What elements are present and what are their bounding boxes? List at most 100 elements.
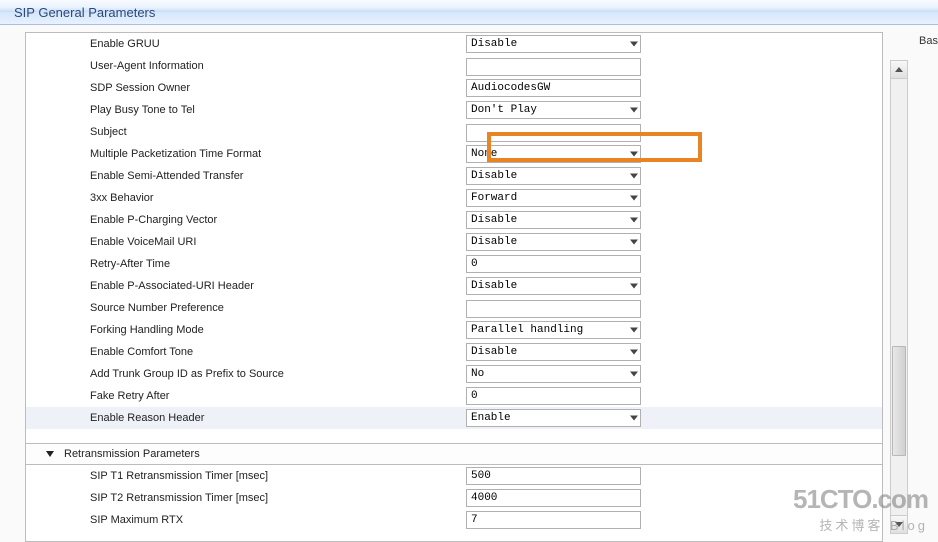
text-value: AudiocodesGW bbox=[471, 82, 550, 94]
param-label: Enable P-Associated-URI Header bbox=[26, 275, 466, 297]
param-field-cell: No bbox=[466, 363, 882, 385]
param-label: Enable Semi-Attended Transfer bbox=[26, 165, 466, 187]
scroll-thumb[interactable] bbox=[892, 346, 906, 456]
chevron-down-icon bbox=[630, 284, 638, 289]
param-label: Enable VoiceMail URI bbox=[26, 231, 466, 253]
param-field-cell: Don't Play bbox=[466, 99, 882, 121]
select-value: Disable bbox=[471, 38, 517, 50]
chevron-down-icon bbox=[46, 451, 54, 457]
table-row: Multiple Packetization Time FormatNone bbox=[26, 143, 882, 165]
table-row: 3xx BehaviorForward bbox=[26, 187, 882, 209]
text-input[interactable] bbox=[466, 124, 641, 142]
select-field[interactable]: Disable bbox=[466, 211, 641, 229]
select-field[interactable]: Parallel handling bbox=[466, 321, 641, 339]
select-value: No bbox=[471, 368, 484, 380]
param-label: SIP T2 Retransmission Timer [msec] bbox=[26, 487, 466, 509]
param-field-cell: Disable bbox=[466, 209, 882, 231]
retransmission-table: SIP T1 Retransmission Timer [msec]500SIP… bbox=[26, 465, 882, 531]
text-input[interactable]: 0 bbox=[466, 255, 641, 273]
text-input[interactable]: 7 bbox=[466, 511, 641, 529]
table-row: Enable Comfort ToneDisable bbox=[26, 341, 882, 363]
param-label: Enable Comfort Tone bbox=[26, 341, 466, 363]
select-value: Disable bbox=[471, 214, 517, 226]
select-field[interactable]: Forward bbox=[466, 189, 641, 207]
table-row: Source Number Preference bbox=[26, 297, 882, 319]
table-row: Enable P-Charging Vector Disable bbox=[26, 209, 882, 231]
param-field-cell: Disable bbox=[466, 231, 882, 253]
param-field-cell: Disable bbox=[466, 341, 882, 363]
text-input[interactable]: 4000 bbox=[466, 489, 641, 507]
text-input[interactable]: 0 bbox=[466, 387, 641, 405]
content-area: Enable GRUUDisableUser-Agent Information… bbox=[26, 33, 882, 531]
text-value: 0 bbox=[471, 390, 478, 402]
select-value: Disable bbox=[471, 280, 517, 292]
chevron-down-icon bbox=[630, 240, 638, 245]
chevron-down-icon bbox=[630, 196, 638, 201]
chevron-down-icon bbox=[630, 42, 638, 47]
text-input[interactable] bbox=[466, 300, 641, 318]
param-field-cell: Disable bbox=[466, 275, 882, 297]
text-value: 4000 bbox=[471, 492, 497, 504]
text-input[interactable] bbox=[466, 58, 641, 76]
select-field[interactable]: Disable bbox=[466, 167, 641, 185]
param-field-cell: 0 bbox=[466, 385, 882, 407]
select-field[interactable]: No bbox=[466, 365, 641, 383]
table-row: Retry-After Time 0 bbox=[26, 253, 882, 275]
select-field[interactable]: None bbox=[466, 145, 641, 163]
select-value: Parallel handling bbox=[471, 324, 583, 336]
select-field[interactable]: Enable bbox=[466, 409, 641, 427]
select-value: Disable bbox=[471, 170, 517, 182]
table-row: Enable Semi-Attended Transfer Disable bbox=[26, 165, 882, 187]
param-label: SIP T1 Retransmission Timer [msec] bbox=[26, 465, 466, 487]
text-input[interactable]: AudiocodesGW bbox=[466, 79, 641, 97]
select-value: None bbox=[471, 148, 497, 160]
table-row: SIP T1 Retransmission Timer [msec]500 bbox=[26, 465, 882, 487]
page-title: SIP General Parameters bbox=[14, 5, 155, 20]
select-field[interactable]: Disable bbox=[466, 343, 641, 361]
table-row: SDP Session OwnerAudiocodesGW bbox=[26, 77, 882, 99]
section-header-retransmission[interactable]: Retransmission Parameters bbox=[26, 443, 882, 465]
scroll-down-button[interactable] bbox=[891, 515, 907, 533]
param-label: Forking Handling Mode bbox=[26, 319, 466, 341]
table-row: Add Trunk Group ID as Prefix to SourceNo bbox=[26, 363, 882, 385]
table-row: SIP T2 Retransmission Timer [msec] 4000 bbox=[26, 487, 882, 509]
param-field-cell: 0 bbox=[466, 253, 882, 275]
param-label: Enable GRUU bbox=[26, 33, 466, 55]
select-value: Don't Play bbox=[471, 104, 537, 116]
param-label: Enable P-Charging Vector bbox=[26, 209, 466, 231]
text-value: 0 bbox=[471, 258, 478, 270]
table-row: Enable GRUU Disable bbox=[26, 33, 882, 55]
text-value: 7 bbox=[471, 514, 478, 526]
section-title: Retransmission Parameters bbox=[64, 448, 200, 460]
table-row: SIP Maximum RTX 7 bbox=[26, 509, 882, 531]
page-header: SIP General Parameters bbox=[0, 0, 938, 25]
param-label: Play Busy Tone to Tel bbox=[26, 99, 466, 121]
scroll-up-button[interactable] bbox=[891, 61, 907, 79]
parameters-table: Enable GRUUDisableUser-Agent Information… bbox=[26, 33, 882, 429]
table-row: Enable Reason HeaderEnable bbox=[26, 407, 882, 429]
select-field[interactable]: Disable bbox=[466, 277, 641, 295]
param-label: Retry-After Time bbox=[26, 253, 466, 275]
param-label: Fake Retry After bbox=[26, 385, 466, 407]
main-panel: Enable GRUUDisableUser-Agent Information… bbox=[25, 32, 883, 542]
vertical-scrollbar[interactable] bbox=[890, 60, 908, 534]
param-field-cell: Forward bbox=[466, 187, 882, 209]
select-value: Forward bbox=[471, 192, 517, 204]
param-field-cell: Disable bbox=[466, 165, 882, 187]
chevron-down-icon bbox=[630, 218, 638, 223]
table-row: Forking Handling Mode Parallel handling bbox=[26, 319, 882, 341]
param-field-cell: Enable bbox=[466, 407, 882, 429]
select-field[interactable]: Don't Play bbox=[466, 101, 641, 119]
chevron-down-icon bbox=[630, 152, 638, 157]
param-field-cell: 4000 bbox=[466, 487, 882, 509]
chevron-down-icon bbox=[630, 416, 638, 421]
chevron-down-icon bbox=[630, 174, 638, 179]
param-field-cell: Parallel handling bbox=[466, 319, 882, 341]
param-label: SIP Maximum RTX bbox=[26, 509, 466, 531]
select-field[interactable]: Disable bbox=[466, 233, 641, 251]
arrow-down-icon bbox=[895, 522, 903, 527]
param-field-cell bbox=[466, 55, 882, 77]
chevron-down-icon bbox=[630, 328, 638, 333]
select-field[interactable]: Disable bbox=[466, 35, 641, 53]
text-input[interactable]: 500 bbox=[466, 467, 641, 485]
